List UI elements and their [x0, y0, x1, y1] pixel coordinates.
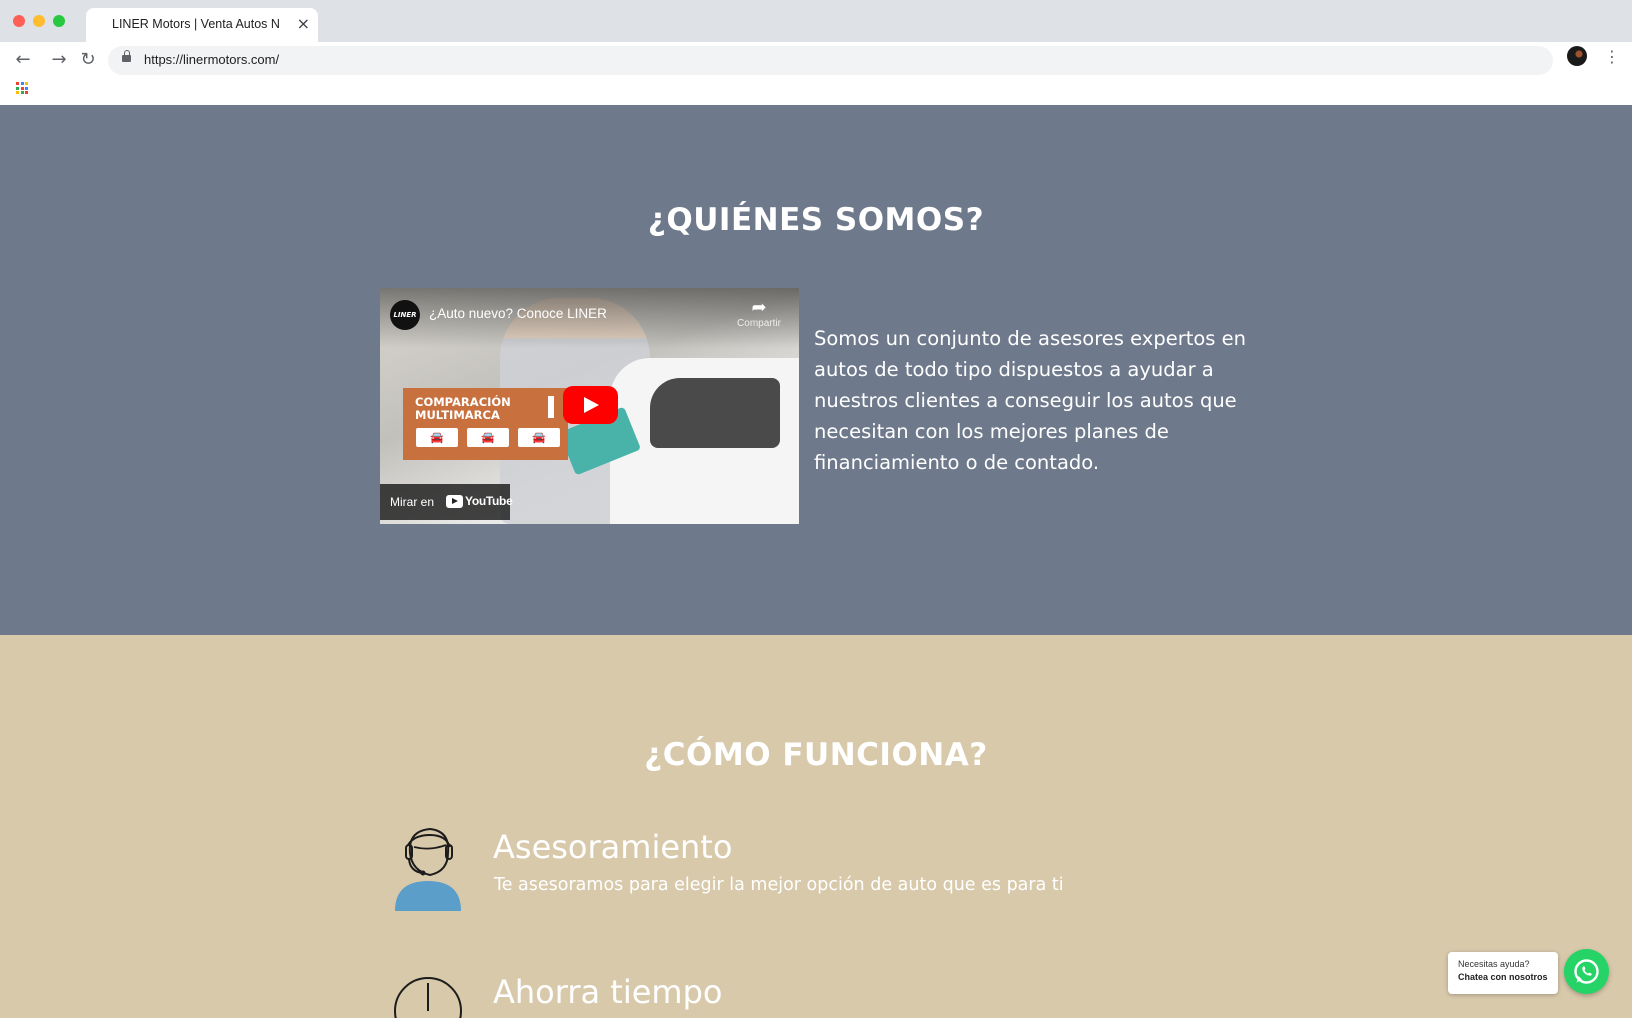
whatsapp-icon: [1574, 959, 1599, 984]
browser-menu-icon[interactable]: ⋮: [1604, 46, 1620, 68]
video-title[interactable]: ¿Auto nuevo? Conoce LINER: [429, 306, 607, 321]
browser-tabstrip: LINER Motors | Venta Autos N ×: [0, 0, 1632, 42]
watch-on-label: Mirar en: [390, 495, 435, 509]
chat-help-bubble[interactable]: Necesitas ayuda? Chatea con nosotros: [1448, 952, 1558, 994]
bookmarks-bar: [0, 78, 1632, 105]
apps-grid-icon[interactable]: [16, 82, 28, 94]
step-title: Asesoramiento: [493, 828, 733, 866]
lock-icon: [122, 50, 131, 62]
window-minimize-button[interactable]: [33, 15, 45, 27]
promo-car-icons: 🚘 🚘 🚘: [416, 428, 560, 447]
browser-tab[interactable]: LINER Motors | Venta Autos N ×: [86, 8, 318, 42]
youtube-logo-icon: [446, 495, 463, 508]
car-icon: 🚘: [467, 428, 509, 447]
tab-close-icon[interactable]: ×: [297, 14, 310, 34]
share-button[interactable]: ➦ Compartir: [728, 297, 790, 330]
car-icon: 🚘: [416, 428, 458, 447]
promo-text: COMPARACIÓN MULTIMARCA: [415, 395, 511, 422]
share-icon: ➦: [751, 297, 767, 318]
clock-icon: [394, 977, 462, 1018]
about-title: ¿QUIÉNES SOMOS?: [647, 202, 985, 238]
step-description: Te asesoramos para elegir la mejor opció…: [494, 875, 1064, 895]
forward-button[interactable]: →: [45, 46, 73, 74]
how-title: ¿CÓMO FUNCIONA?: [644, 737, 988, 773]
about-section: ¿QUIÉNES SOMOS? LINER ¿Auto nuevo? Conoc…: [0, 105, 1632, 635]
address-bar[interactable]: https://linermotors.com/: [108, 46, 1553, 75]
chat-help-line2: Chatea con nosotros: [1458, 972, 1548, 982]
youtube-video-embed[interactable]: LINER ¿Auto nuevo? Conoce LINER ➦ Compar…: [380, 288, 799, 524]
window-close-button[interactable]: [13, 15, 25, 27]
page-viewport: ¿QUIÉNES SOMOS? LINER ¿Auto nuevo? Conoc…: [0, 105, 1632, 1018]
browser-toolbar: ← → ↻ https://linermotors.com/: [0, 42, 1632, 78]
advisor-headset-icon: [395, 827, 461, 911]
car-icon: 🚘: [518, 428, 560, 447]
video-thumbnail-car-window: [650, 378, 780, 448]
channel-logo[interactable]: LINER: [390, 300, 420, 330]
back-button[interactable]: ←: [9, 46, 37, 74]
window-maximize-button[interactable]: [53, 15, 65, 27]
about-description: Somos un conjunto de asesores expertos e…: [814, 327, 1247, 474]
step-title: Ahorra tiempo: [493, 973, 723, 1011]
watch-on-youtube-button[interactable]: Mirar en YouTube: [380, 484, 513, 520]
promo-divider: [548, 396, 554, 418]
play-button[interactable]: [563, 386, 618, 424]
chat-help-line1: Necesitas ayuda?: [1458, 959, 1530, 969]
tab-title: LINER Motors | Venta Autos N: [112, 17, 280, 31]
profile-avatar[interactable]: [1567, 46, 1587, 66]
url-text: https://linermotors.com/: [144, 52, 280, 67]
reload-button[interactable]: ↻: [74, 46, 102, 74]
youtube-wordmark: YouTube: [465, 494, 513, 508]
how-it-works-section: ¿CÓMO FUNCIONA? Asesoramiento Te asesora…: [0, 635, 1632, 1018]
share-label: Compartir: [737, 318, 781, 329]
promo-card: COMPARACIÓN MULTIMARCA: [403, 388, 568, 460]
whatsapp-button[interactable]: [1564, 949, 1609, 994]
